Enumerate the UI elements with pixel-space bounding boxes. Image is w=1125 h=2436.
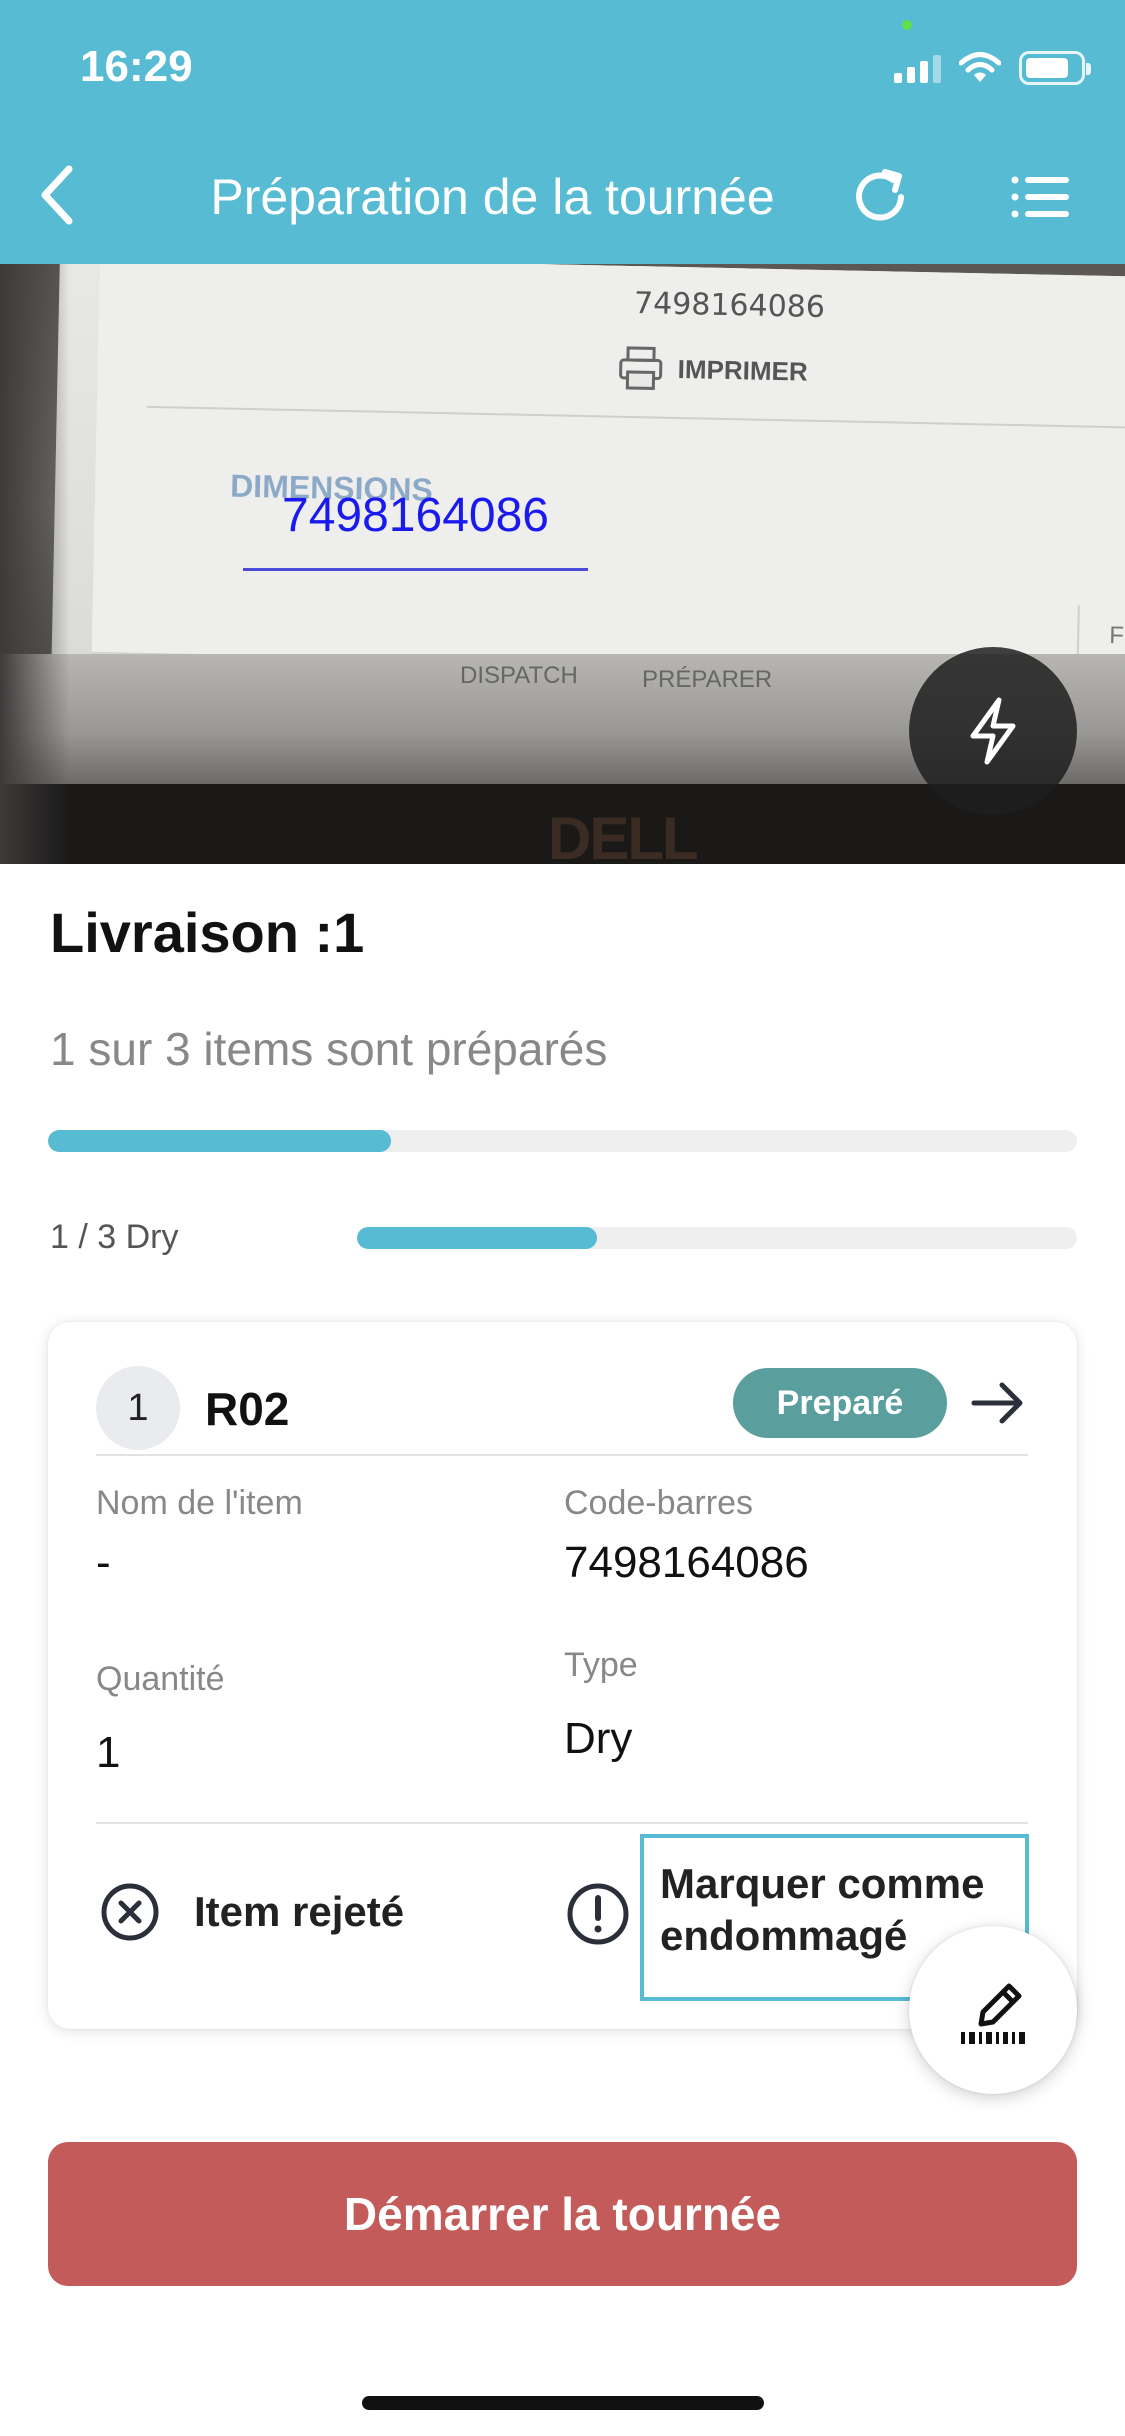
barcode-label: Code-barres xyxy=(564,1484,753,1522)
type-value: Dry xyxy=(564,1714,633,1763)
status-time: 16:29 xyxy=(80,42,193,91)
item-reference: R02 xyxy=(205,1383,290,1435)
type-progress-label: 1 / 3 Dry xyxy=(50,1218,179,1256)
app-header: 16:29 Préparation de la tournée xyxy=(0,0,1125,264)
start-tour-button[interactable]: Démarrer la tournée xyxy=(48,2142,1077,2286)
printer-icon xyxy=(619,346,663,390)
item-index-badge: 1 xyxy=(96,1366,180,1450)
flash-button[interactable] xyxy=(909,647,1077,815)
barcode-value: 7498164086 xyxy=(564,1538,809,1587)
flash-icon xyxy=(970,697,1016,765)
camera-background-print: IMPRIMER xyxy=(617,346,808,394)
wifi-icon xyxy=(959,52,1001,82)
item-details-button[interactable] xyxy=(963,1368,1033,1438)
type-progress-bar xyxy=(357,1227,1077,1249)
item-name-label: Nom de l'item xyxy=(96,1484,303,1522)
camera-background-barcode: 7498164086 xyxy=(633,286,826,326)
scan-underline xyxy=(243,568,588,571)
card-divider xyxy=(96,1822,1028,1824)
page-title: Préparation de la tournée xyxy=(210,169,775,225)
reject-icon xyxy=(101,1883,159,1941)
quantity-value: 1 xyxy=(96,1728,121,1777)
list-menu-button[interactable] xyxy=(1005,162,1075,232)
type-progress-fill xyxy=(357,1227,597,1249)
list-menu-icon xyxy=(1011,176,1069,218)
edit-barcode-icon xyxy=(961,1983,1025,2044)
refresh-icon xyxy=(856,169,904,221)
item-card: 1 R02 Preparé Nom de l'item - Code-barre… xyxy=(48,1322,1077,2029)
card-divider xyxy=(96,1454,1028,1456)
delivery-progress-fill xyxy=(48,1130,391,1152)
arrow-right-icon xyxy=(971,1382,1023,1424)
mark-damaged-label: Marquer comme endommagé xyxy=(660,1860,985,1959)
delivery-title: Livraison :1 xyxy=(50,901,365,964)
reject-item-button[interactable]: Item rejeté xyxy=(100,1882,404,1942)
item-name-value: - xyxy=(96,1538,111,1587)
scanned-barcode-text: 7498164086 xyxy=(282,489,549,542)
refresh-button[interactable] xyxy=(845,162,915,232)
camera-background-preparer: PRÉPARER xyxy=(642,666,773,693)
quantity-label: Quantité xyxy=(96,1660,225,1698)
reject-item-label: Item rejeté xyxy=(194,1888,405,1935)
status-icons xyxy=(894,48,1091,88)
home-indicator xyxy=(362,2396,764,2410)
delivery-progress-bar xyxy=(48,1130,1077,1152)
manual-barcode-entry-button[interactable] xyxy=(909,1926,1077,2094)
camera-background-brand: DELL xyxy=(548,805,699,864)
status-badge: Preparé xyxy=(733,1368,947,1438)
type-label: Type xyxy=(564,1646,638,1684)
warning-icon xyxy=(567,1883,629,1945)
battery-icon xyxy=(1019,51,1091,85)
camera-indicator-dot xyxy=(902,20,912,30)
camera-scanner-view[interactable]: 7498164086 IMPRIMER DIMENSIONS FERM DISP… xyxy=(0,264,1125,864)
cellular-signal-icon xyxy=(894,53,941,83)
camera-background-dispatch: DISPATCH xyxy=(460,662,578,689)
preparation-summary: 1 sur 3 items sont préparés xyxy=(50,1023,608,1075)
